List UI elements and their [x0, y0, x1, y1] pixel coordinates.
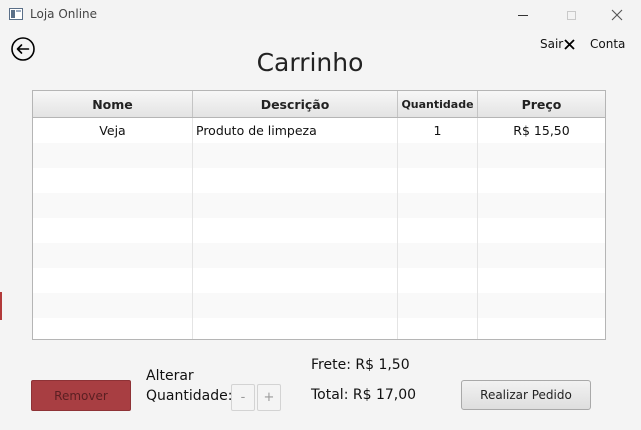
background-window-edge [0, 292, 2, 320]
remove-button[interactable]: Remover [31, 380, 131, 411]
window-title: Loja Online [30, 7, 98, 21]
empty-row [33, 243, 605, 268]
qty-label-line1: Alterar [146, 368, 194, 384]
increase-quantity-button[interactable]: + [257, 384, 281, 411]
close-window-button[interactable] [594, 0, 640, 30]
change-quantity-label: Alterar Quantidade: [146, 366, 232, 406]
window-titlebar: Loja Online [0, 0, 641, 30]
decrease-quantity-button[interactable]: - [231, 384, 255, 411]
empty-row [33, 168, 605, 193]
cell-preco: R$ 15,50 [513, 123, 570, 138]
empty-row [33, 193, 605, 218]
minimize-icon [518, 14, 528, 16]
empty-row [33, 143, 605, 168]
empty-row [33, 318, 605, 339]
empty-row [33, 293, 605, 318]
shipping-cost: Frete: R$ 1,50 [311, 357, 410, 373]
maximize-button[interactable] [548, 0, 594, 30]
cell-nome: Veja [33, 118, 193, 143]
close-icon [611, 9, 623, 21]
cell-descricao: Produto de limpeza [193, 118, 398, 143]
table-header: Nome Descrição Quantidade Preço [33, 91, 605, 118]
maximize-icon [566, 10, 576, 20]
order-total: Total: R$ 17,00 [311, 387, 417, 403]
app-window-icon [9, 8, 23, 20]
column-header-quantidade[interactable]: Quantidade [398, 91, 478, 117]
table-row[interactable]: Veja Produto de limpeza 1 R$ 15,50 [33, 118, 605, 143]
cart-table: Nome Descrição Quantidade Preço Veja Pro… [32, 90, 606, 340]
page-title: Carrinho [256, 48, 364, 77]
cell-quantidade: 1 [398, 118, 478, 143]
qty-label-line2: Quantidade: [146, 388, 233, 404]
empty-row [33, 218, 605, 243]
minimize-button[interactable] [500, 0, 546, 30]
column-header-nome[interactable]: Nome [33, 91, 193, 117]
table-body: Veja Produto de limpeza 1 R$ 15,50 [33, 118, 605, 339]
place-order-button[interactable]: Realizar Pedido [461, 380, 591, 410]
empty-row [33, 268, 605, 293]
column-header-descricao[interactable]: Descrição [193, 91, 398, 117]
column-header-preco[interactable]: Preço [478, 91, 605, 117]
